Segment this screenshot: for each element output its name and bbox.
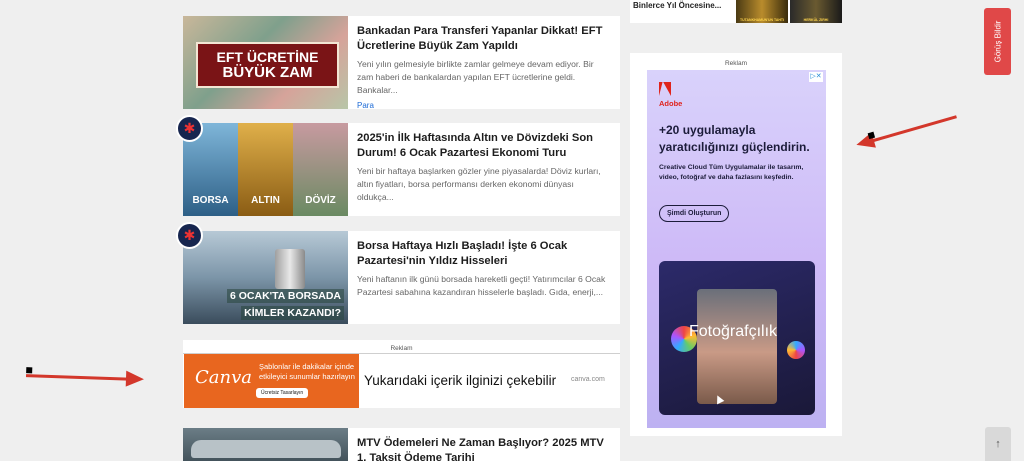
scroll-top-button[interactable]: ↑ — [985, 427, 1011, 461]
article-excerpt: Yeni haftanın ilk günü borsada hareketli… — [357, 274, 606, 297]
thumb-overlay-text: 6 OCAK'TA BORSADA KİMLER KAZANDI? — [227, 289, 344, 321]
site-logo-badge: ✱ — [176, 115, 203, 142]
article-excerpt: Yeni yılın gelmesiyle birlikte zamlar ge… — [357, 59, 594, 95]
top-partial-thumb-2: HERKÜL ZIRHI — [790, 0, 842, 23]
ad-domain[interactable]: canva.com — [571, 376, 605, 383]
arrow-up-icon: ↑ — [995, 438, 1001, 450]
article-excerpt: Yeni bir haftaya başlarken gözler yine p… — [357, 166, 601, 202]
doviz-panel: DÖVİZ — [293, 123, 348, 216]
altin-panel: ALTIN — [238, 123, 293, 216]
article-category[interactable]: Para — [357, 101, 612, 110]
article-thumbnail[interactable]: 6 OCAK'TA BORSADA KİMLER KAZANDI? — [183, 231, 348, 324]
coin-stack-shape — [275, 249, 305, 289]
article-card[interactable]: MTV Ödemeleri Ne Zaman Başlıyor? 2025 MT… — [183, 428, 620, 461]
sidebar-ad[interactable]: Reklam ▷✕ Adobe +20 uygulamayla yaratıcı… — [630, 53, 842, 436]
right-red-arrow — [854, 115, 957, 153]
ad-label: Reklam — [390, 345, 413, 352]
left-red-arrow — [25, 370, 145, 388]
adobe-brand-text: Adobe — [659, 99, 683, 108]
ad-cta-button[interactable]: Şimdi Oluşturun — [659, 205, 730, 222]
car-shape — [191, 440, 341, 458]
inline-ad[interactable]: Reklam Canva Şablonlar ile dakikalar içi… — [183, 340, 620, 408]
canva-banner[interactable]: Canva Şablonlar ile dakikalar içinde etk… — [184, 354, 359, 408]
article-card[interactable]: EFT ÜCRETİNE BÜYÜK ZAM Bankadan Para Tra… — [183, 16, 620, 110]
article-card[interactable]: ✱ BORSA ALTIN DÖVİZ 2025'in İlk Haftasın… — [176, 115, 620, 216]
ad-image-card: Fotoğrafçılık — [659, 261, 815, 415]
article-thumbnail[interactable]: BORSA ALTIN DÖVİZ — [183, 123, 348, 216]
article-title[interactable]: Borsa Haftaya Hızlı Başladı! İşte 6 Ocak… — [357, 239, 612, 268]
top-partial-thumb-1: TUTANKHAMUN'UN TAHTI — [736, 0, 788, 23]
canva-logo: Canva — [195, 367, 252, 388]
ad-overlay-text: Yukarıdaki içerik ilginizi çekebilir — [364, 373, 557, 388]
article-title[interactable]: 2025'in İlk Haftasında Altın ve Dövizdek… — [357, 131, 612, 160]
ad-image-text: Fotoğrafçılık — [689, 323, 778, 340]
thumb-banner: EFT ÜCRETİNE BÜYÜK ZAM — [196, 42, 339, 88]
adobe-ad-creative[interactable]: ▷✕ Adobe +20 uygulamayla yaratıcılığınız… — [647, 70, 826, 428]
top-partial-card[interactable]: Binlerce Yıl Öncesine... TUTANKHAMUN'UN … — [630, 0, 842, 23]
article-thumbnail[interactable] — [183, 428, 348, 461]
canva-cta-button[interactable]: Ücretsiz Tasarlayın — [256, 388, 309, 398]
article-card[interactable]: ✱ 6 OCAK'TA BORSADA KİMLER KAZANDI? Bors… — [176, 222, 620, 324]
article-thumbnail[interactable]: EFT ÜCRETİNE BÜYÜK ZAM — [183, 16, 348, 109]
adchoices-icon[interactable]: ▷✕ — [809, 72, 823, 82]
photo-portrait — [697, 289, 777, 404]
ad-label: Reklam — [724, 60, 748, 67]
ad-headline: +20 uygulamayla yaratıcılığınızı güçlend… — [659, 123, 810, 154]
article-title[interactable]: MTV Ödemeleri Ne Zaman Başlıyor? 2025 MT… — [357, 436, 612, 461]
top-partial-title: Binlerce Yıl Öncesine... — [633, 1, 722, 10]
site-logo-badge: ✱ — [176, 222, 203, 249]
feedback-button[interactable]: Görüş Bildir — [984, 8, 1011, 75]
article-title[interactable]: Bankadan Para Transferi Yapanlar Dikkat!… — [357, 24, 612, 53]
ad-body: Creative Cloud Tüm Uygulamalar ile tasar… — [659, 164, 804, 181]
